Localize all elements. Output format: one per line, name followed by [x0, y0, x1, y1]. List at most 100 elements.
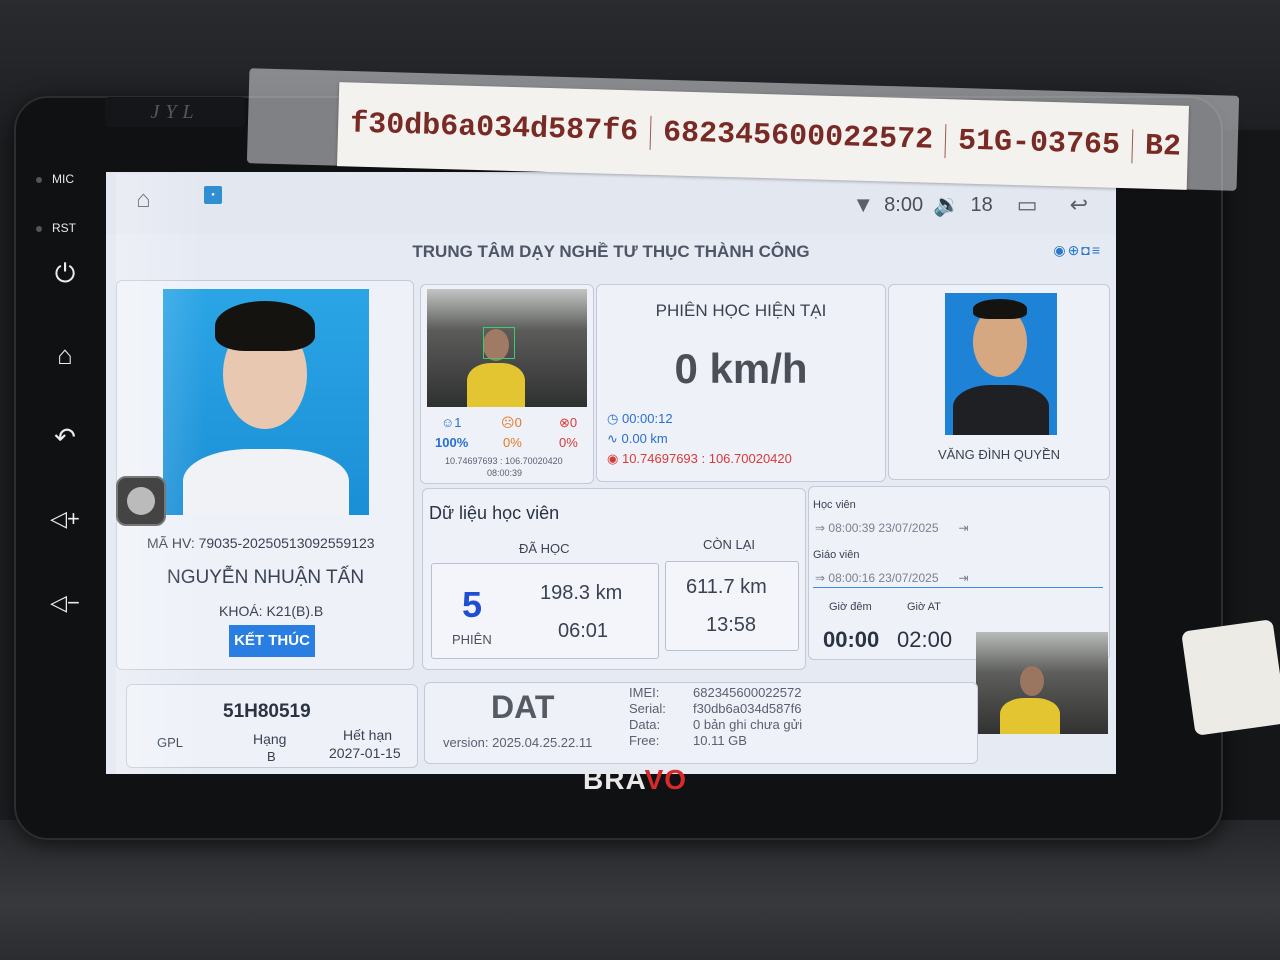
clock-text: 8:00: [884, 193, 924, 216]
learned-time: 06:01: [558, 620, 609, 642]
clock-icon: ◷: [607, 411, 622, 426]
device-version: version: 2025.04.25.22.11: [443, 735, 593, 750]
expiry-value: 2027-01-15: [329, 745, 401, 761]
status-icons: ◉⊕◘≡: [1053, 242, 1102, 259]
current-session-card: PHIÊN HỌC HIỆN TẠI 0 km/h ◷ 00:00:12 ∿ 0…: [596, 284, 886, 482]
rst-label: RST: [52, 221, 76, 235]
device-info-labels: IMEI: Serial: Data: Free:: [629, 685, 666, 749]
remaining-km: 611.7 km: [686, 576, 767, 598]
globe-icon: ⊕: [1067, 242, 1082, 258]
student-photo: [163, 289, 369, 515]
recent-apps-icon[interactable]: ▭: [1017, 192, 1038, 218]
volume-icon[interactable]: 🔉: [933, 192, 960, 218]
current-speed: 0 km/h: [674, 345, 808, 392]
session-distance: ∿ 0.00 km: [607, 431, 668, 446]
divider: [813, 587, 1103, 588]
power-icon[interactable]: ⏻: [48, 258, 82, 290]
screen: ⌂ ● ▼ 8:00 🔉 18 ▭ ↩ TRUNG TÂM DẠY NGHỀ T…: [106, 172, 1116, 774]
reset-button[interactable]: RST: [36, 221, 76, 235]
gps-icon: ◉: [1053, 242, 1068, 258]
student-data-title: Dữ liệu học viên: [429, 503, 560, 523]
serial-value: f30db6a034d587f6: [693, 701, 802, 716]
student-login-time: ⇒ 08:00:39 23/07/2025 ⇥: [815, 521, 969, 535]
mic-label: MIC: [52, 172, 74, 186]
status-tray: ▼ 8:00 🔉 18 ▭ ↩: [852, 192, 1088, 218]
sessions-label: PHIÊN: [452, 632, 492, 647]
gp-label: GPL: [157, 735, 184, 750]
device-status-value: DAT: [491, 689, 555, 725]
database-icon: ≡: [1091, 242, 1102, 258]
driver-camera-overlay[interactable]: [976, 632, 1108, 734]
back-arrow-icon[interactable]: ↩: [1070, 192, 1088, 218]
dashboard-bottom: [0, 820, 1280, 960]
device-info-values: 682345600022572 f30db6a034d587f6 0 bản g…: [693, 685, 802, 749]
home-outline-icon[interactable]: ⌂: [136, 186, 151, 214]
cable-connector: [1181, 619, 1280, 736]
assistive-touch-button[interactable]: [116, 476, 166, 526]
expiry-label: Hết hạn: [343, 727, 393, 743]
camera-timestamp: 08:00:39: [487, 468, 523, 478]
session-gps: ◉ 10.74697693 : 106.70020420: [607, 451, 792, 466]
home-icon[interactable]: ⌂: [48, 340, 82, 371]
face-ok-percent: 100%: [435, 435, 469, 450]
student-login-label: Học viên: [813, 499, 856, 511]
bezel-brand-logo: JYL: [105, 97, 245, 127]
teacher-name: VĂNG ĐÌNH QUYỀN: [937, 447, 1061, 462]
bravo-logo: BRAVO: [583, 764, 688, 795]
error-icon: ⊗: [559, 415, 570, 430]
smile-icon: ☺: [441, 415, 455, 430]
login-icon: ⇒: [815, 571, 829, 585]
login-icon: ⇒: [815, 521, 829, 535]
label-class: B2: [1144, 129, 1182, 165]
camera-card: ☺1 ☹0 ⊗0 100% 0% 0% 10.74697693 : 106.70…: [420, 284, 594, 484]
location-pin-icon: ◉: [607, 451, 622, 466]
mic-indicator: MIC: [36, 172, 74, 186]
warn-percent: 0%: [503, 435, 522, 450]
driver-camera-view: [427, 289, 587, 407]
label-serial: f30db6a034d587f6: [337, 107, 652, 150]
volume-up-icon[interactable]: ◁+: [48, 506, 82, 532]
student-card: MÃ HV: 79035-20250513092559123 NGUYỄN NH…: [116, 280, 414, 670]
teacher-login-label: Giáo viên: [813, 549, 860, 561]
warn-count: ☹0: [501, 415, 522, 430]
class-value: B: [267, 749, 276, 764]
session-title: PHIÊN HỌC HIỆN TẠI: [655, 301, 827, 320]
at-hours-value: 02:00: [897, 627, 953, 652]
student-course: KHOÁ: K21(B).B: [219, 603, 324, 619]
logout-icon: ⇥: [958, 571, 969, 585]
label-plate: 51G-03765: [945, 124, 1134, 164]
face-ok-count: ☺1: [441, 415, 462, 430]
logout-icon: ⇥: [958, 521, 969, 535]
at-hours-label: Giờ AT: [907, 601, 941, 613]
back-icon[interactable]: ↶: [48, 422, 82, 453]
serial-label: Serial:: [629, 701, 666, 716]
teacher-login-time: ⇒ 08:00:16 23/07/2025 ⇥: [815, 571, 969, 585]
sessions-count: 5: [462, 584, 483, 625]
night-hours-value: 00:00: [823, 627, 880, 652]
end-session-button[interactable]: KẾT THÚC: [229, 625, 315, 657]
camera-icon: ◘: [1081, 242, 1092, 258]
vehicle-plate: 51H80519: [223, 701, 311, 722]
teacher-photo: [945, 293, 1057, 435]
session-duration: ◷ 00:00:12: [607, 411, 673, 426]
student-data-card: Dữ liệu học viên ĐÃ HỌC CÒN LẠI 5 PHIÊN …: [422, 488, 806, 670]
class-label: Hạng: [253, 731, 287, 747]
learned-label: ĐÃ HỌC: [519, 541, 570, 556]
imei-label: IMEI:: [629, 685, 660, 700]
volume-level: 18: [970, 193, 993, 216]
camera-coords: 10.74697693 : 106.70020420: [445, 456, 563, 466]
remaining-time: 13:58: [706, 614, 757, 636]
route-icon: ∿: [607, 431, 622, 446]
remaining-box: 611.7 km 13:58: [665, 561, 799, 651]
vehicle-card: 51H80519 GPL Hạng B Hết hạn 2027-01-15: [126, 684, 418, 768]
remaining-label: CÒN LẠI: [703, 537, 756, 552]
student-name: NGUYỄN NHUẬN TẤN: [167, 567, 365, 588]
night-hours-label: Giờ đêm: [829, 601, 872, 613]
volume-down-icon[interactable]: ◁−: [48, 590, 82, 616]
device-status-card: DAT version: 2025.04.25.22.11 IMEI: Seri…: [424, 682, 978, 764]
teacher-card: VĂNG ĐÌNH QUYỀN: [888, 284, 1110, 480]
app-icon[interactable]: ●: [204, 186, 222, 204]
label-imei: 682345600022572: [650, 115, 947, 159]
wifi-icon: ▼: [852, 192, 875, 217]
learned-km: 198.3 km: [540, 582, 623, 604]
